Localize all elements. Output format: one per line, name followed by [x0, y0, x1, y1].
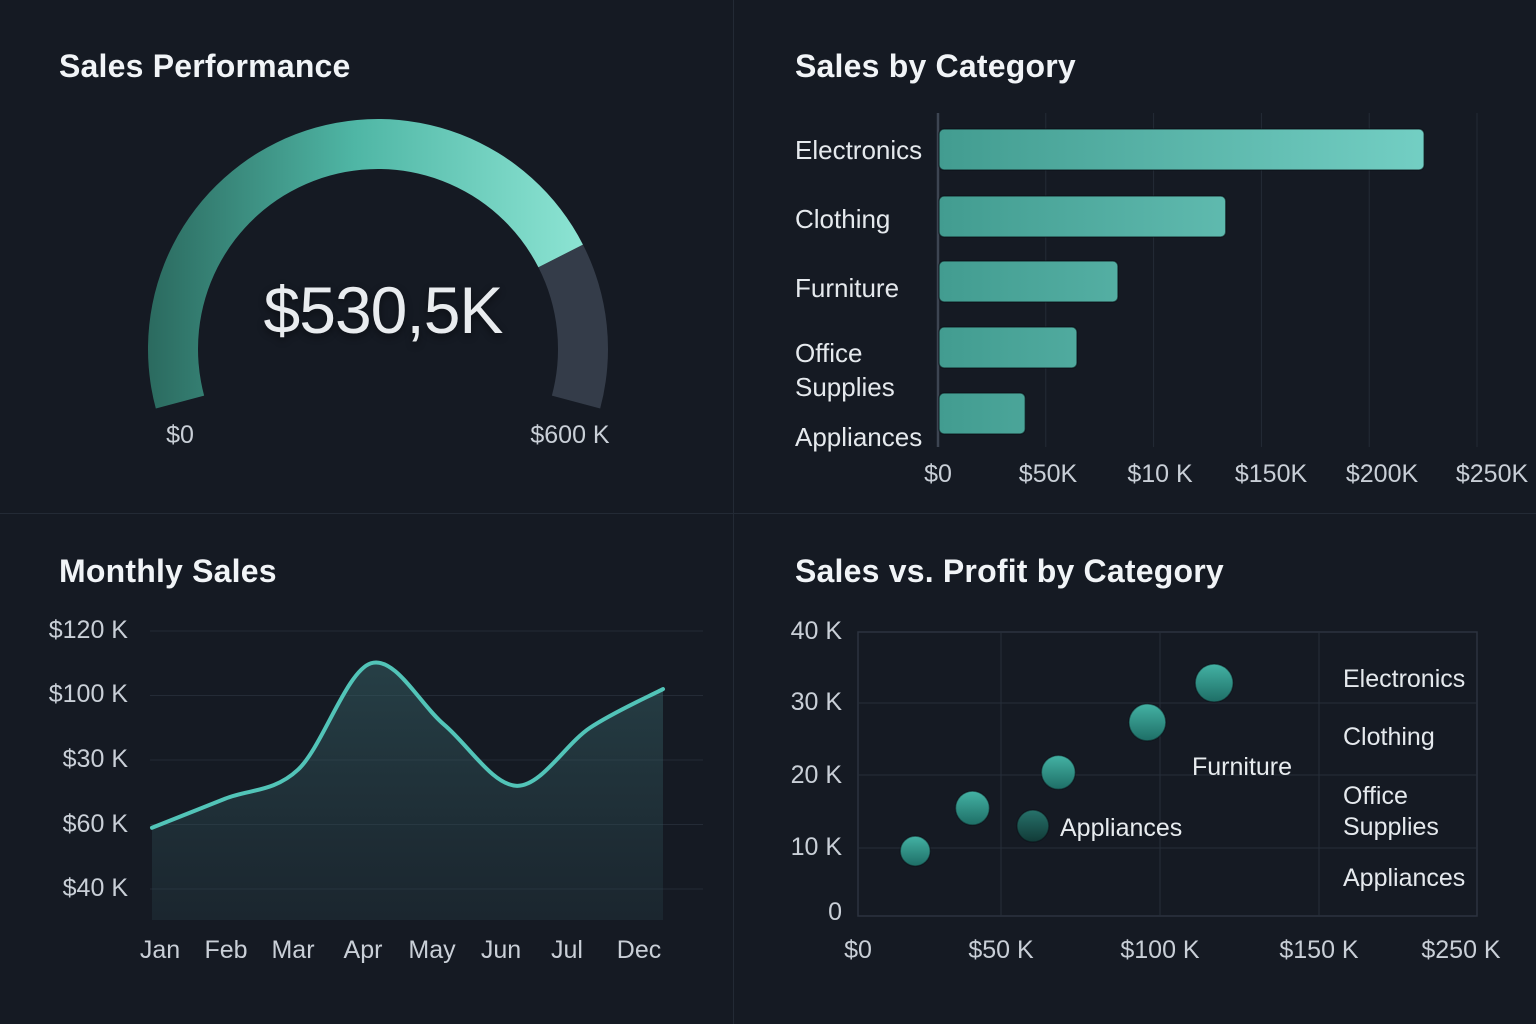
bar-clothing [939, 196, 1226, 237]
scatter-x-tick-1: $50 K [968, 936, 1033, 965]
scatter-x-tick-3: $150 K [1279, 936, 1358, 965]
area-y-tick-3: $60 K [18, 810, 128, 839]
bar-x-tick-0: $0 [924, 460, 952, 489]
area-x-tick-apr: Apr [344, 936, 383, 965]
area-x-tick-mar: Mar [271, 936, 314, 965]
bar-furniture [939, 261, 1118, 302]
charts-canvas [0, 0, 1536, 1024]
scatter-point-1 [955, 791, 989, 825]
area-x-tick-jun: Jun [481, 936, 521, 965]
area-fill [152, 662, 663, 920]
bar-category-appliances: Appliances [795, 420, 922, 454]
scatter-x-tick-0: $0 [844, 936, 872, 965]
area-chart [150, 631, 703, 920]
area-x-tick-jul: Jul [551, 936, 583, 965]
scatter-legend-electronics: Electronics [1343, 664, 1465, 695]
bar-card-title: Sales by Category [795, 48, 1076, 85]
bar-category-electronics: Electronics [795, 133, 922, 167]
scatter-y-tick-2: 20 K [742, 761, 842, 790]
scatter-legend-appliances: Appliances [1343, 863, 1465, 894]
area-y-tick-1: $100 K [18, 680, 128, 709]
area-x-tick-jan: Jan [140, 936, 180, 965]
scatter-card-title: Sales vs. Profit by Category [795, 553, 1224, 590]
scatter-x-tick-2: $100 K [1120, 936, 1199, 965]
scatter-y-tick-3: 10 K [742, 833, 842, 862]
bar-chart [938, 113, 1477, 447]
gauge-min-label: $0 [166, 421, 194, 450]
gauge-value: $530,5K [264, 272, 503, 348]
gauge-track [538, 245, 608, 409]
gauge-fill-arc [148, 119, 583, 409]
area-x-tick-feb: Feb [204, 936, 247, 965]
area-x-tick-may: May [408, 936, 455, 965]
gauge-chart [148, 119, 608, 409]
bar-x-tick-1: $50K [1019, 460, 1077, 489]
scatter-point-0 [900, 836, 930, 866]
bar-appliances [939, 393, 1025, 434]
area-y-tick-4: $40 K [18, 874, 128, 903]
scatter-y-tick-1: 30 K [742, 688, 842, 717]
scatter-legend-clothing: Clothing [1343, 722, 1435, 753]
bar-category-furniture: Furniture [795, 271, 899, 305]
area-x-tick-dec: Dec [617, 936, 661, 965]
scatter-annotation-appliances: Appliances [1060, 814, 1182, 843]
bar-electronics [939, 129, 1424, 170]
bar-x-tick-5: $250K [1456, 460, 1528, 489]
scatter-point-5 [1195, 664, 1233, 702]
bar-x-tick-4: $200K [1346, 460, 1418, 489]
scatter-y-tick-0: 40 K [742, 617, 842, 646]
scatter-legend-office-supplies: Office Supplies [1343, 781, 1483, 843]
bar-x-tick-3: $150K [1235, 460, 1307, 489]
scatter-annotation-furniture: Furniture [1192, 753, 1292, 782]
bar-x-tick-2: $10 K [1127, 460, 1192, 489]
scatter-point-4 [1129, 704, 1166, 741]
dashboard: Sales Performance $530,5K $0 $600 K Sale… [0, 0, 1536, 1024]
area-y-tick-2: $30 K [18, 745, 128, 774]
scatter-point-3 [1041, 755, 1075, 789]
scatter-x-tick-4: $250 K [1421, 936, 1500, 965]
gauge-max-label: $600 K [530, 421, 609, 450]
gauge-card-title: Sales Performance [59, 48, 351, 85]
scatter-y-tick-4: 0 [742, 898, 842, 927]
scatter-point-2 [1017, 810, 1049, 842]
bar-category-office-supplies: Office Supplies [795, 336, 925, 404]
area-y-tick-0: $120 K [18, 616, 128, 645]
area-card-title: Monthly Sales [59, 553, 277, 590]
bar-category-clothing: Clothing [795, 202, 890, 236]
bar-office-supplies [939, 327, 1077, 368]
